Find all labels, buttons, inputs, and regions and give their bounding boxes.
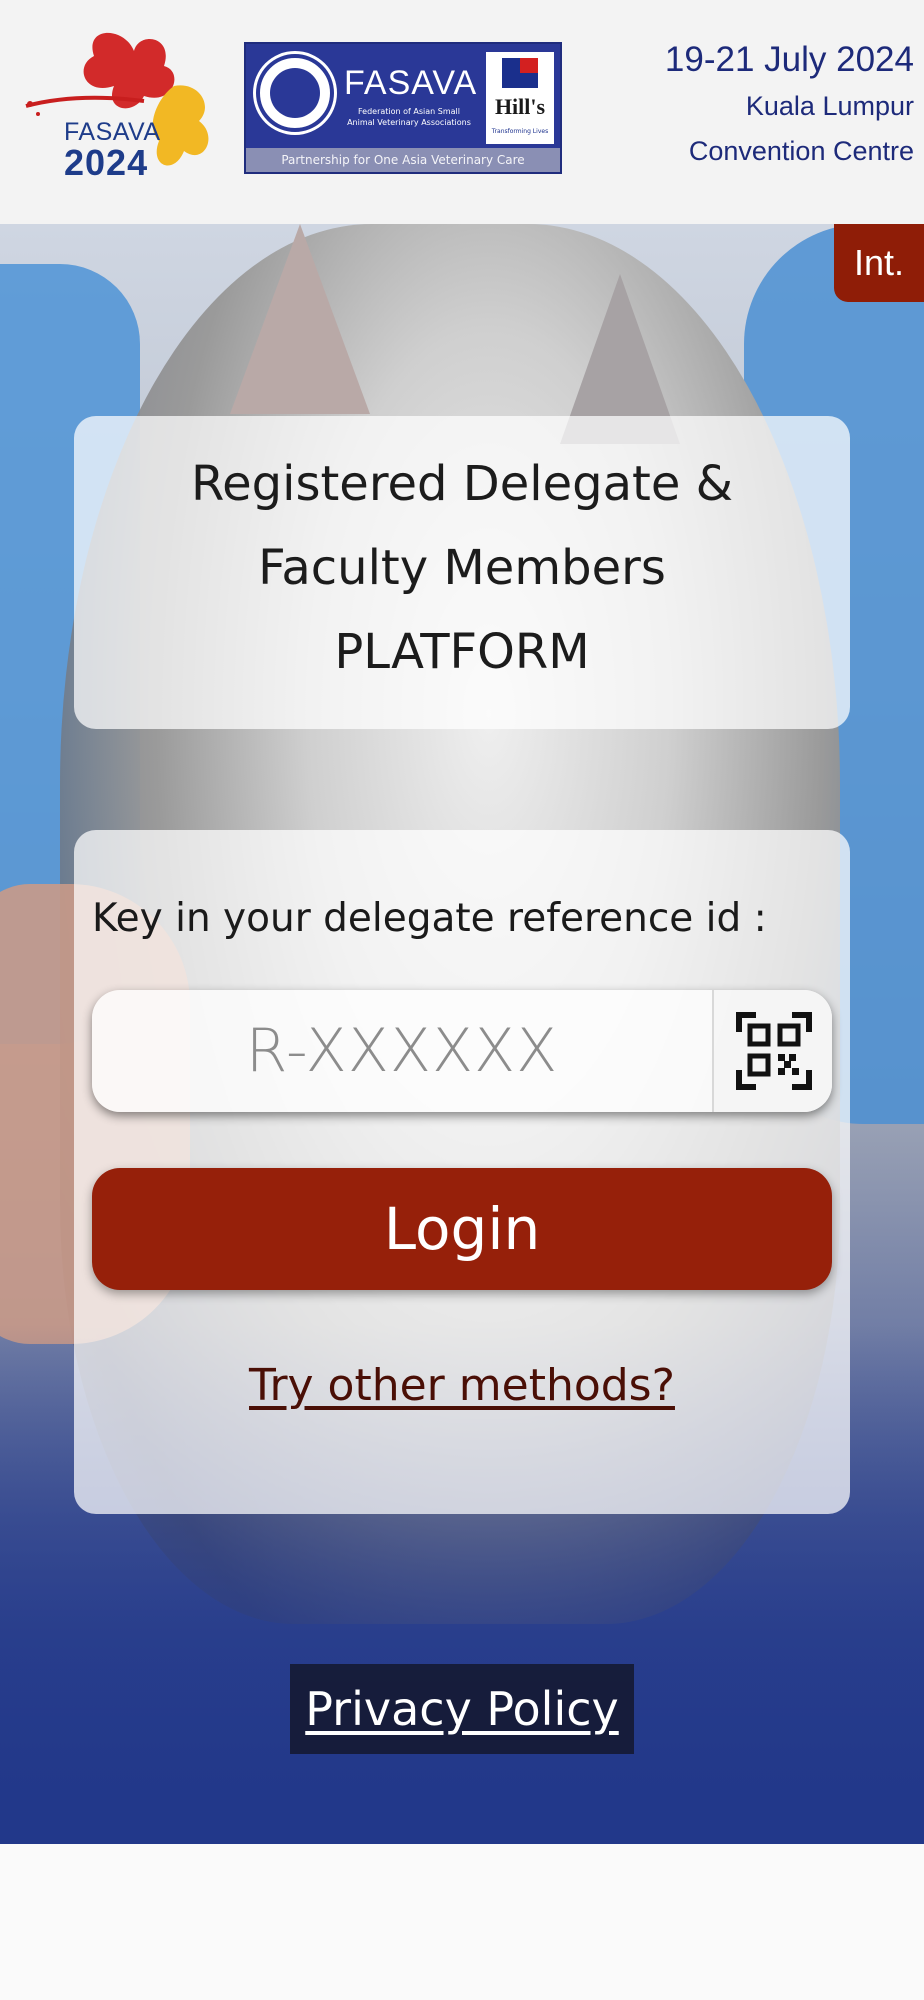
partner-name: FASAVA: [344, 64, 478, 102]
header: FASAVA 2024 FASAVA Federation of Asian S…: [0, 0, 924, 224]
reference-id-prompt: Key in your delegate reference id :: [92, 896, 767, 941]
partnership-tagline: Partnership for One Asia Veterinary Care: [246, 148, 560, 172]
privacy-policy-link[interactable]: Privacy Policy: [290, 1664, 634, 1754]
fasava-seal-icon: [256, 54, 334, 132]
qr-code-icon: [736, 1012, 812, 1090]
language-toggle-button[interactable]: Int.: [834, 224, 924, 302]
platform-title-card: Registered Delegate & Faculty Members PL…: [74, 416, 850, 729]
login-button[interactable]: Login: [92, 1168, 832, 1290]
title-line-2: Faculty Members: [258, 540, 666, 596]
event-venue-city: Kuala Lumpur: [745, 91, 914, 121]
hills-flag-icon: [502, 58, 538, 88]
login-card: Key in your delegate reference id : Logi…: [74, 830, 850, 1514]
partner-banner: FASAVA Federation of Asian Small Animal …: [244, 42, 562, 174]
logo-year-text: 2024: [64, 142, 149, 183]
qr-scan-button[interactable]: [712, 990, 832, 1112]
title-line-3: PLATFORM: [334, 624, 590, 680]
title-line-1: Registered Delegate &: [190, 456, 734, 512]
cat-ear-left: [230, 224, 370, 414]
hills-logo: Hill's Transforming Lives: [486, 52, 554, 144]
hills-name: Hill's: [494, 94, 546, 119]
page-footer-blank: [0, 1844, 924, 2000]
event-dates: 19-21 July 2024: [664, 40, 914, 79]
partner-full-name: Federation of Asian Small Animal Veterin…: [347, 107, 471, 127]
fasava-2024-logo: FASAVA 2024: [24, 26, 230, 184]
event-venue-name: Convention Centre: [688, 136, 914, 166]
try-other-methods-link[interactable]: Try other methods?: [74, 1360, 850, 1411]
reference-id-input[interactable]: [92, 990, 712, 1112]
event-info: 19-21 July 2024 Kuala Lumpur Convention …: [665, 36, 914, 174]
hills-tagline: Transforming Lives: [491, 128, 549, 135]
reference-id-field: [92, 990, 832, 1112]
